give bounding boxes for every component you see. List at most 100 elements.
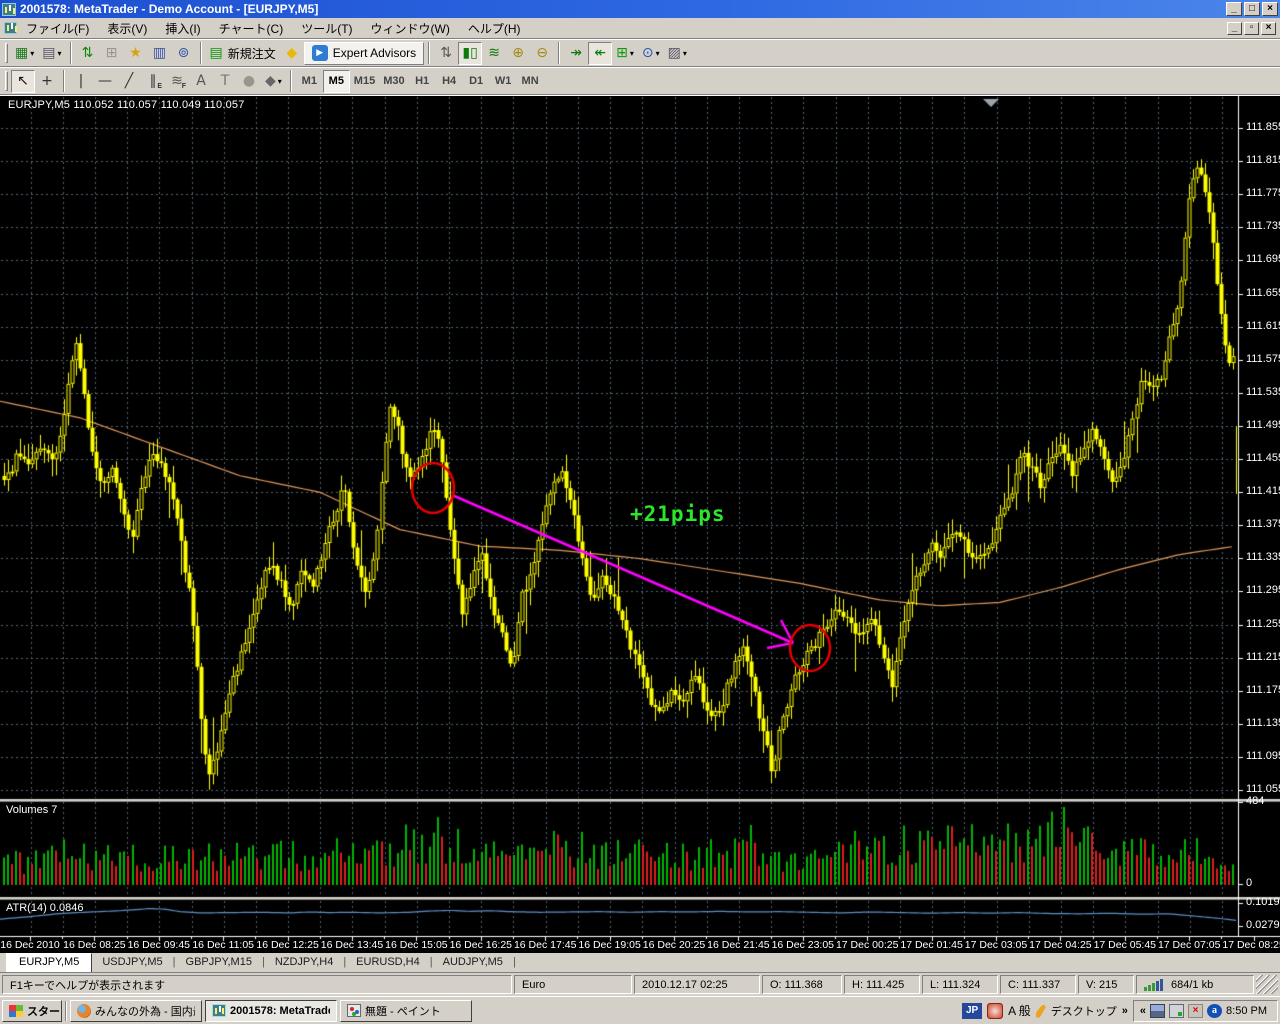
timeframe-d1-button[interactable]: D1	[463, 70, 490, 93]
ime-mode-indicator[interactable]: A 般	[1008, 1002, 1031, 1019]
periods-dropdown-icon[interactable]: ▾	[656, 49, 660, 58]
printer-tray-icon[interactable]	[1169, 1004, 1184, 1018]
menu-item-1[interactable]: 表示(V)	[98, 18, 156, 39]
price-tick-label: 111.815	[1246, 154, 1280, 166]
templates-button[interactable]: ▨▾	[664, 42, 691, 65]
trendline-button[interactable]: ╱	[117, 70, 141, 93]
tray-collapse-chevron[interactable]: «	[1140, 1005, 1146, 1017]
task-button-firefox[interactable]: みんなの外為 - 国内最...	[70, 1000, 202, 1022]
timeframe-m15-button[interactable]: M15	[350, 70, 379, 93]
task-button-metatrader[interactable]: 2001578: MetaTrade...	[205, 1000, 337, 1022]
new-chart-icon: ▦	[15, 46, 28, 60]
menu-item-4[interactable]: ツール(T)	[292, 18, 361, 39]
text-label-button[interactable]: T	[213, 70, 237, 93]
desktop-toolbar-label[interactable]: デスクトップ	[1051, 1003, 1117, 1019]
timeframe-m30-button[interactable]: M30	[379, 70, 408, 93]
equidistant-channel-button[interactable]: ∥E	[141, 70, 165, 93]
arrows-button[interactable]: ◆▾	[261, 70, 286, 93]
updater-tray-icon[interactable]: a	[1207, 1004, 1222, 1018]
mdi-restore-button[interactable]: ▫	[1244, 22, 1259, 35]
market-watch-button[interactable]: ⇅	[76, 42, 100, 65]
time-tick-label: 16 Dec 19:05	[578, 939, 640, 951]
periods-button[interactable]: ⊙▾	[638, 42, 664, 65]
chart-shift-button[interactable]: ↞	[588, 42, 612, 65]
standard-toolbar: ▦▾▤▾⇅⊞★▥⊚▤新規注文◆▶Expert Advisors⇅▮▯≋⊕⊖↠↞⊞…	[0, 39, 1280, 67]
arrows-dropdown-icon[interactable]: ▾	[278, 77, 282, 86]
crosshair-button[interactable]: +	[35, 70, 59, 93]
menu-item-0[interactable]: ファイル(F)	[17, 18, 98, 39]
navigator-button[interactable]: ⊞	[100, 42, 124, 65]
minimize-button[interactable]: _	[1226, 2, 1242, 16]
time-tick-label: 17 Dec 00:25	[836, 939, 898, 951]
new-chart-button[interactable]: ▦▾	[11, 42, 38, 65]
menu-item-3[interactable]: チャート(C)	[210, 18, 293, 39]
open-profiles-dropdown-icon[interactable]: ▾	[57, 49, 61, 58]
zoom-out-button[interactable]: ⊖	[530, 42, 554, 65]
zoom-in-button[interactable]: ⊕	[506, 42, 530, 65]
price-tick-label: 111.415	[1246, 485, 1280, 497]
maximize-button[interactable]: □	[1244, 2, 1260, 16]
chart-tab-active[interactable]: EURJPY,M5	[6, 953, 92, 972]
open-profiles-button[interactable]: ▤▾	[38, 42, 65, 65]
timeframe-h4-button[interactable]: H4	[436, 70, 463, 93]
new-chart-dropdown-icon[interactable]: ▾	[30, 49, 34, 58]
chart-tab-3[interactable]: EURUSD,H4	[346, 953, 430, 972]
mdi-minimize-button[interactable]: _	[1227, 22, 1242, 35]
close-button[interactable]: ×	[1262, 2, 1278, 16]
price-tick-label: 111.455	[1246, 452, 1280, 464]
ime-language-badge[interactable]: JP	[962, 1003, 982, 1019]
mdi-close-button[interactable]: ×	[1261, 22, 1276, 35]
taskbar-clock[interactable]: 8:50 PM	[1226, 1005, 1271, 1017]
chart-line-button[interactable]: ≋	[482, 42, 506, 65]
timeframe-mn-button[interactable]: MN	[517, 70, 544, 93]
start-button[interactable]: スタート	[2, 1000, 62, 1022]
price-tick-label: 111.695	[1246, 253, 1280, 265]
alerts-button[interactable]: ◆	[280, 42, 304, 65]
network-tray-icon[interactable]	[1150, 1004, 1165, 1018]
strategy-tester-button[interactable]: ⊚	[172, 42, 196, 65]
timeframe-m1-button[interactable]: M1	[296, 70, 323, 93]
timeframe-w1-button[interactable]: W1	[490, 70, 517, 93]
status-traffic: 684/1 kb	[1171, 979, 1213, 991]
chart-tab-bar: EURJPY,M5USDJPY,M5|GBPJPY,M15|NZDJPY,H4|…	[0, 953, 1280, 973]
fibonacci-button[interactable]: ≋F	[165, 70, 189, 93]
auto-scroll-button[interactable]: ↠	[564, 42, 588, 65]
desktop-expand-chevron[interactable]: »	[1122, 1005, 1128, 1017]
menu-item-6[interactable]: ヘルプ(H)	[459, 18, 530, 39]
templates-dropdown-icon[interactable]: ▾	[683, 49, 687, 58]
ellipse-button[interactable]: ●	[237, 70, 261, 93]
disconnected-tray-icon[interactable]: ×	[1188, 1004, 1203, 1018]
chart-tab-0[interactable]: USDJPY,M5	[92, 953, 172, 972]
timeframe-m5-button[interactable]: M5	[323, 70, 350, 93]
menu-item-2[interactable]: 挿入(I)	[156, 18, 209, 39]
chart-bars-button[interactable]: ⇅	[434, 42, 458, 65]
favorites-button[interactable]: ★	[124, 42, 148, 65]
timeframe-h1-button[interactable]: H1	[409, 70, 436, 93]
toolbar-separator	[70, 42, 72, 64]
vertical-line-button[interactable]: |	[69, 70, 93, 93]
cursor-button[interactable]: ↖	[11, 70, 35, 93]
chart-tab-4[interactable]: AUDJPY,M5	[433, 953, 513, 972]
chart-tab-2[interactable]: NZDJPY,H4	[265, 953, 343, 972]
price-tick-label: 111.095	[1246, 750, 1280, 762]
ime-tool-icon[interactable]	[987, 1003, 1003, 1019]
data-window-button[interactable]: ▥	[148, 42, 172, 65]
toolbar-grip[interactable]	[5, 43, 8, 63]
chart-candles-button[interactable]: ▮▯	[458, 42, 482, 65]
paint-icon	[347, 1004, 361, 1017]
toolbar-separator	[290, 70, 292, 92]
drawing-timeframe-toolbar: ↖+ |—╱∥E≋FAT●◆▾ M1M5M15M30H1H4D1W1MN	[0, 67, 1280, 95]
indicators-list-button[interactable]: ⊞▾	[612, 42, 638, 65]
indicators-list-dropdown-icon[interactable]: ▾	[630, 49, 634, 58]
resize-grip[interactable]	[1256, 975, 1278, 994]
expert-advisors-button[interactable]: ▶Expert Advisors	[304, 42, 424, 65]
toolbar-grip[interactable]	[5, 71, 8, 91]
horizontal-line-button[interactable]: —	[93, 70, 117, 93]
chart-tab-1[interactable]: GBPJPY,M15	[176, 953, 262, 972]
new-order-button[interactable]: ▤新規注文	[206, 42, 280, 65]
menu-item-5[interactable]: ウィンドウ(W)	[362, 18, 459, 39]
chart-window-icon	[4, 22, 17, 34]
task-button-paint[interactable]: 無題 - ペイント	[340, 1000, 472, 1022]
ime-pen-icon[interactable]	[1036, 1004, 1046, 1018]
text-button[interactable]: A	[189, 70, 213, 93]
